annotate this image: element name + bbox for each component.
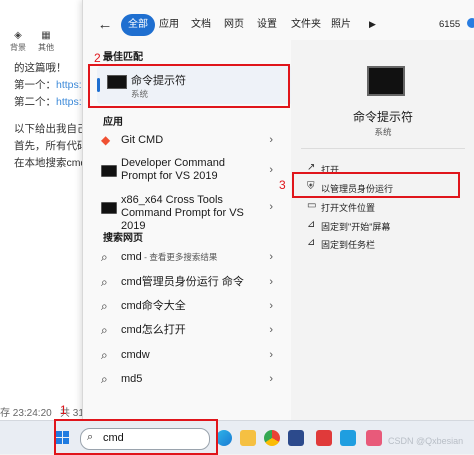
search-filter-bar: ← 全部 应用 文档 网页 设置 文件夹 照片 ▶ 6155 bbox=[83, 10, 474, 40]
search-icon: ⌕ bbox=[101, 250, 108, 264]
web-result-suffix: - 查看更多搜索结果 bbox=[141, 252, 218, 262]
annotation-step-1: 1 bbox=[60, 403, 67, 417]
apps-heading: 应用 bbox=[103, 117, 123, 128]
annotation-step-2: 2 bbox=[94, 51, 101, 65]
chevron-right-icon[interactable]: › bbox=[269, 324, 273, 336]
web-result[interactable]: ⌕ cmd - 查看更多搜索结果 › bbox=[97, 250, 281, 266]
result-detail-pane: 命令提示符 系统 ↗ 打开 ⛨ 以管理员身份运行 ▭ 打开文件位置 ⊿ 固定到"… bbox=[291, 40, 474, 420]
action-label: 固定到任务栏 bbox=[321, 240, 376, 250]
search-menu-panel: ← 全部 应用 文档 网页 设置 文件夹 照片 ▶ 6155 最佳匹配 命令提示… bbox=[82, 0, 474, 420]
search-icon: ⌕ bbox=[101, 323, 108, 337]
detail-subtitle: 系统 bbox=[374, 127, 392, 137]
paint-bucket-icon: ◈ bbox=[14, 30, 22, 41]
chevron-right-icon[interactable]: › bbox=[269, 349, 273, 361]
back-arrow-icon[interactable]: ← bbox=[95, 15, 115, 35]
edge-browser-icon[interactable] bbox=[216, 430, 232, 446]
article-link[interactable]: https: bbox=[56, 96, 82, 108]
pin-icon: ⊿ bbox=[307, 219, 316, 230]
app-result-dev-cmd[interactable]: Developer Command Prompt for VS 2019 › bbox=[97, 156, 281, 188]
pin-icon: ⊿ bbox=[307, 237, 316, 248]
article-toolbar: ◈ 背景 ▦ 其他 bbox=[0, 28, 84, 56]
web-result-title: md5 bbox=[121, 373, 143, 385]
filter-tab-apps[interactable]: 应用 bbox=[157, 14, 181, 36]
web-result-title: cmdw bbox=[121, 349, 150, 361]
search-icon: ⌕ bbox=[101, 275, 108, 289]
article-line: 在本地搜索cmd bbox=[14, 157, 87, 169]
web-result[interactable]: ⌕ cmd怎么打开 › bbox=[97, 323, 281, 339]
app-result-title: Developer Command Prompt for VS 2019 bbox=[121, 157, 225, 182]
web-result-title: cmd bbox=[121, 251, 142, 263]
app-result-cross-tools[interactable]: x86_x64 Cross Tools Command Prompt for V… bbox=[97, 193, 281, 232]
article-line: 的这篇哦！ bbox=[14, 62, 67, 74]
command-prompt-icon bbox=[367, 66, 405, 96]
chrome-icon[interactable] bbox=[264, 430, 280, 446]
watermark: CSDN @Qxbesian bbox=[388, 436, 464, 446]
web-result[interactable]: ⌕ cmdw › bbox=[97, 348, 281, 364]
article-line: 第一个：https: bbox=[14, 77, 82, 92]
search-icon: ⌕ bbox=[101, 299, 108, 313]
chevron-right-icon[interactable]: › bbox=[269, 164, 273, 176]
messenger-icon[interactable] bbox=[340, 430, 356, 446]
git-icon: ◆ bbox=[101, 133, 111, 147]
article-link[interactable]: https: bbox=[56, 79, 82, 91]
other-tool-label: 其他 bbox=[38, 43, 54, 52]
filter-tab-photos[interactable]: 照片 bbox=[329, 14, 353, 36]
chevron-right-icon[interactable]: › bbox=[269, 134, 273, 146]
web-result[interactable]: ⌕ cmd命令大全 › bbox=[97, 299, 281, 315]
annotation-step-3: 3 bbox=[279, 178, 286, 192]
web-result-title: cmd管理员身份运行 命令 bbox=[121, 276, 244, 288]
filter-tab-all[interactable]: 全部 bbox=[121, 14, 155, 36]
search-icon: ⌕ bbox=[101, 348, 108, 362]
annotation-box-run-as-admin bbox=[292, 172, 460, 198]
background-tool-label: 背景 bbox=[10, 43, 26, 52]
chevron-right-icon[interactable]: › bbox=[269, 300, 273, 312]
app-icon[interactable] bbox=[288, 430, 304, 446]
other-tool[interactable]: ▦ 其他 bbox=[34, 30, 58, 53]
app-icon[interactable] bbox=[366, 430, 382, 446]
grid-icon: ▦ bbox=[41, 30, 51, 41]
search-icon: ⌕ bbox=[101, 372, 108, 386]
background-tool[interactable]: ◈ 背景 bbox=[6, 30, 30, 53]
web-result-title: cmd命令大全 bbox=[121, 300, 186, 312]
app-result-title: x86_x64 Cross Tools Command Prompt for V… bbox=[121, 194, 244, 232]
terminal-icon bbox=[101, 202, 117, 214]
terminal-icon bbox=[101, 165, 117, 177]
detail-title: 命令提示符 bbox=[352, 110, 413, 124]
web-result[interactable]: ⌕ cmd管理员身份运行 命令 › bbox=[97, 275, 281, 291]
article-line: 首先，所有代码 bbox=[14, 140, 88, 152]
article-save-time: 存 23:24:20 bbox=[0, 408, 52, 419]
annotation-box-best-match bbox=[88, 64, 290, 108]
file-explorer-icon[interactable] bbox=[240, 430, 256, 446]
annotation-box-taskbar-search bbox=[54, 419, 218, 455]
chevron-right-icon[interactable]: › bbox=[269, 276, 273, 288]
action-label: 打开文件位置 bbox=[321, 203, 376, 213]
filter-tab-web[interactable]: 网页 bbox=[222, 14, 246, 36]
article-line: 以下给出我自己 bbox=[14, 123, 88, 135]
play-icon[interactable]: ▶ bbox=[369, 19, 376, 30]
folder-icon: ▭ bbox=[307, 200, 317, 211]
wps-icon[interactable] bbox=[316, 430, 332, 446]
best-match-heading: 最佳匹配 bbox=[103, 52, 143, 63]
filter-tab-documents[interactable]: 文档 bbox=[189, 14, 213, 36]
filter-tab-settings[interactable]: 设置 bbox=[255, 14, 279, 36]
web-search-heading: 搜索网页 bbox=[103, 233, 143, 244]
web-result[interactable]: ⌕ md5 › bbox=[97, 372, 281, 388]
filter-tab-folders[interactable]: 文件夹 bbox=[288, 14, 324, 36]
rewards-points[interactable]: 6155 bbox=[439, 19, 460, 30]
web-result-title: cmd怎么打开 bbox=[121, 324, 186, 336]
chevron-right-icon[interactable]: › bbox=[269, 251, 273, 263]
rewards-icon bbox=[467, 18, 474, 28]
chevron-right-icon[interactable]: › bbox=[269, 373, 273, 385]
action-label: 固定到"开始"屏幕 bbox=[321, 222, 391, 232]
app-result-title: Git CMD bbox=[121, 134, 164, 146]
article-line-text: 第一个： bbox=[14, 79, 56, 91]
app-result-git-cmd[interactable]: ◆ Git CMD › bbox=[97, 132, 281, 150]
article-line-text: 第二个： bbox=[14, 96, 56, 108]
chevron-right-icon[interactable]: › bbox=[269, 201, 273, 213]
divider bbox=[301, 148, 465, 149]
web-result-label: cmd - 查看更多搜索结果 bbox=[121, 251, 217, 264]
article-line: 第二个：https: bbox=[14, 94, 82, 109]
